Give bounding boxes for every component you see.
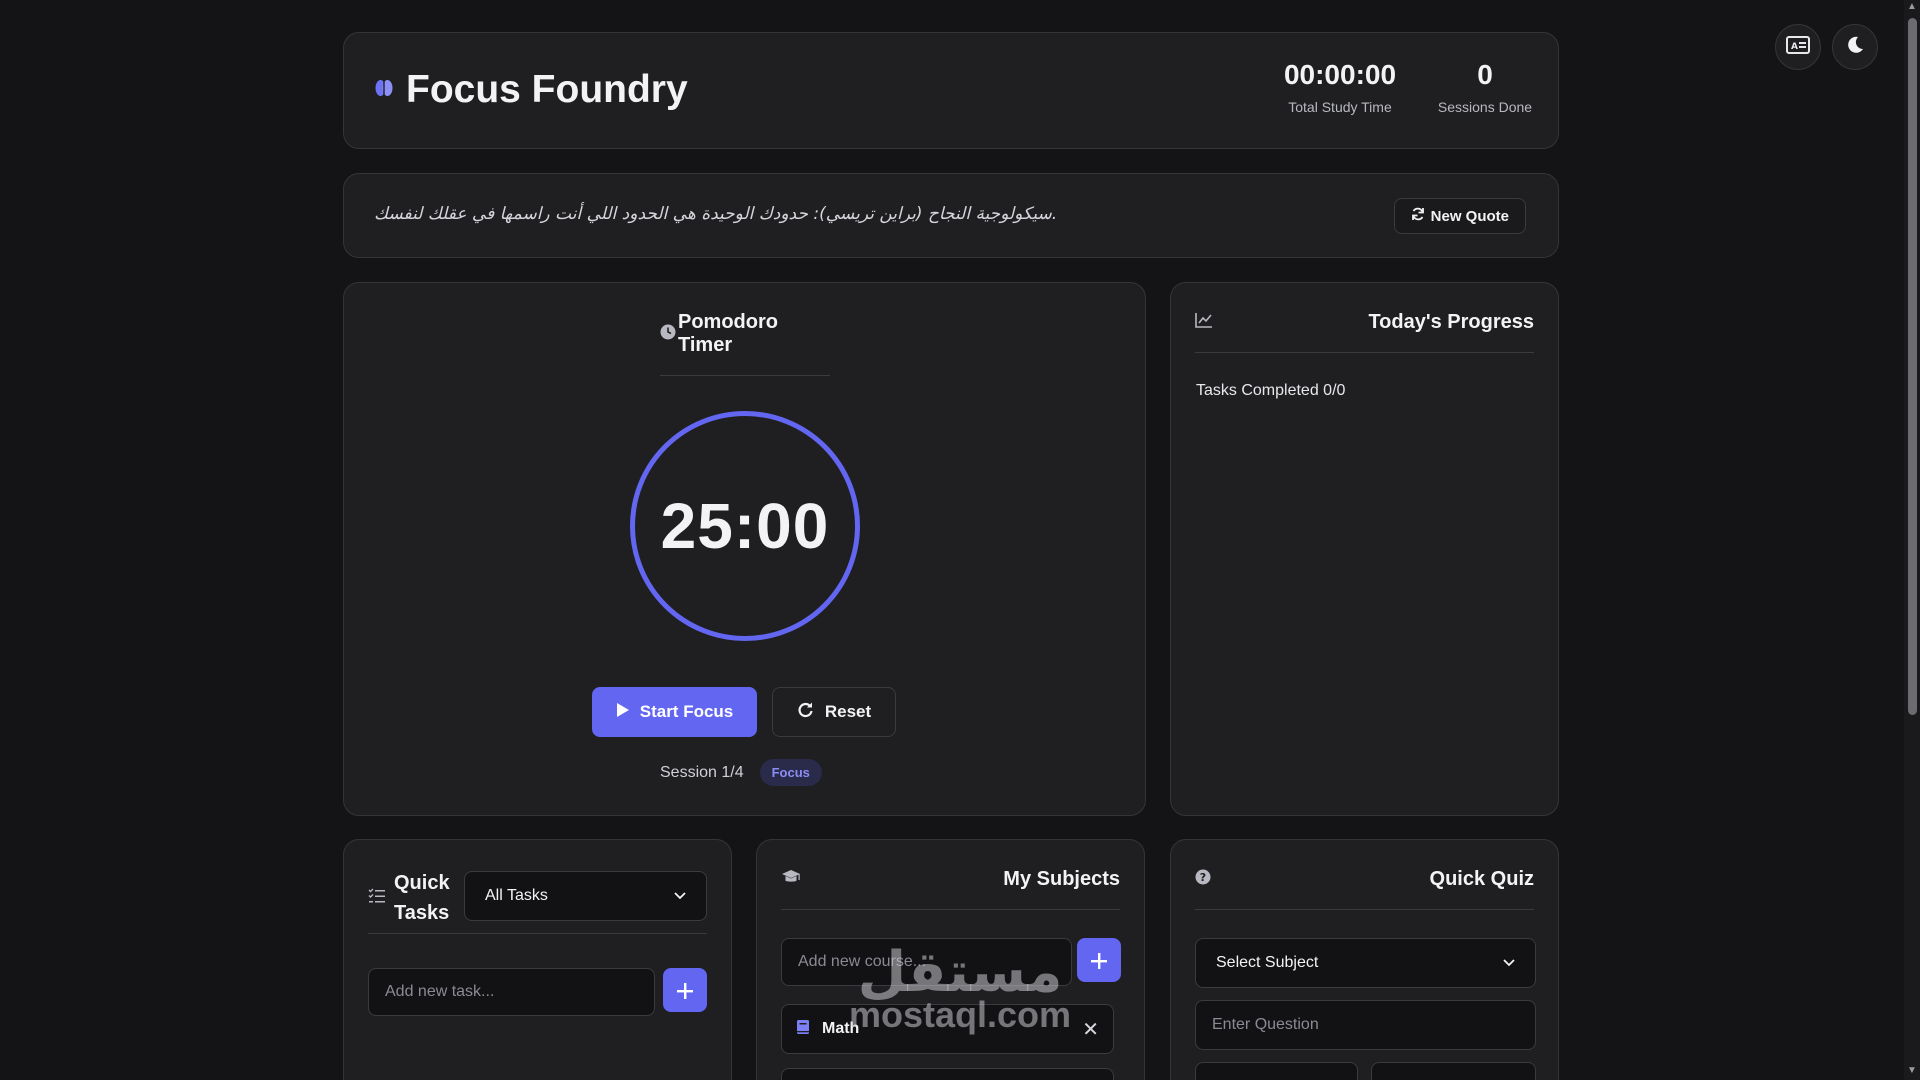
quiz-header: ? Quick Quiz [1195,868,1534,910]
svg-text:A: A [1791,42,1798,52]
reset-button[interactable]: Reset [772,687,896,737]
subjects-title: My Subjects [1003,868,1120,890]
question-circle-icon: ? [1195,869,1211,890]
task-list-icon [368,888,386,909]
brain-icon [374,78,394,103]
tasks-title-line2: Tasks [394,902,450,924]
refresh-icon [1411,207,1425,225]
course-item[interactable] [781,1068,1114,1080]
clock-icon [660,324,676,345]
study-time-value: 00:00:00 [1283,59,1397,90]
scroll-down-icon[interactable]: ▼ [1907,1066,1917,1076]
theme-toggle-button[interactable] [1832,24,1878,70]
start-focus-label: Start Focus [639,702,734,721]
scroll-thumb[interactable] [1908,18,1917,715]
new-quote-label: New Quote [1430,207,1509,225]
moon-icon [1845,35,1865,60]
new-task-input[interactable]: Add new task... [368,968,655,1016]
chart-line-icon [1195,312,1213,333]
tasks-title-line1: Quick [394,872,450,894]
question-placeholder: Enter Question [1212,1016,1319,1033]
study-time-label: Total Study Time [1288,99,1392,115]
pomodoro-header: Pomodoro Timer [660,311,830,376]
pomodoro-card: Pomodoro Timer 25:00 Start Focus Reset S… [343,282,1146,816]
language-toggle-button[interactable]: A [1775,24,1821,70]
watermark-arabic: مستقل [857,940,1063,1005]
svg-text:?: ? [1200,871,1206,884]
tasks-completed-text: Tasks Completed 0/0 [1196,382,1346,399]
sessions-label: Sessions Done [1437,99,1533,115]
timer-display: 25:00 [660,490,830,562]
close-icon[interactable]: ✕ [1082,1017,1099,1042]
add-course-button[interactable] [1077,938,1121,982]
task-filter-select[interactable]: All Tasks [464,871,707,921]
progress-header: Today's Progress [1195,311,1534,353]
task-filter-value: All Tasks [485,887,548,904]
watermark-latin: mostaql.com [848,994,1072,1035]
timer-ring: 25:00 [630,411,860,641]
brand: Focus Foundry [374,68,688,112]
start-focus-button[interactable]: Start Focus [592,687,757,737]
app-title: Focus Foundry [406,68,688,111]
mode-badge: Focus [759,759,822,786]
progress-title: Today's Progress [1368,311,1534,333]
add-task-button[interactable] [663,968,707,1012]
reset-label: Reset [824,702,872,721]
plus-icon [677,974,693,1006]
tasks-title: Quick Tasks [394,868,450,928]
new-task-placeholder: Add new task... [385,983,495,1000]
page-scrollbar[interactable]: ▲ ▼ [1904,0,1920,1080]
study-time-stat: 00:00:00 Total Study Time [1270,59,1410,115]
play-icon [616,702,630,723]
quiz-title: Quick Quiz [1429,868,1534,890]
reset-icon [797,701,815,724]
plus-icon [1091,944,1107,976]
subjects-header: My Subjects [781,868,1120,910]
quote-text: .سيكولوجية النجاح (براين تريسي): حدودك ا… [374,204,1058,224]
chevron-down-icon [1503,954,1515,972]
new-quote-button[interactable]: New Quote [1393,198,1526,234]
quick-tasks-card: Quick Tasks All Tasks Add new task... [343,839,732,1080]
scroll-up-icon[interactable]: ▲ [1907,2,1917,12]
graduation-cap-icon [781,869,801,890]
watermark: مستقل mostaql.com [840,945,1080,1035]
sessions-stat: 0 Sessions Done [1430,59,1540,115]
quote-card: .سيكولوجية النجاح (براين تريسي): حدودك ا… [343,173,1559,258]
quiz-subject-value: Select Subject [1216,954,1319,971]
progress-card: Today's Progress Tasks Completed 0/0 [1170,282,1559,816]
app-header: Focus Foundry 00:00:00 Total Study Time … [343,32,1559,149]
answer-input[interactable] [1371,1062,1536,1080]
pomodoro-title: Pomodoro Timer [678,311,778,356]
chevron-down-icon [674,887,686,905]
answer-input[interactable] [1195,1062,1358,1080]
session-info: Session 1/4 Focus [660,759,822,786]
session-counter: Session 1/4 [660,763,744,781]
question-input[interactable]: Enter Question [1195,1000,1536,1050]
book-icon [796,1019,810,1040]
sessions-value: 0 [1477,59,1493,90]
translate-icon: A [1786,35,1810,59]
quiz-subject-select[interactable]: Select Subject [1195,938,1536,988]
quiz-card: ? Quick Quiz Select Subject Enter Questi… [1170,839,1559,1080]
